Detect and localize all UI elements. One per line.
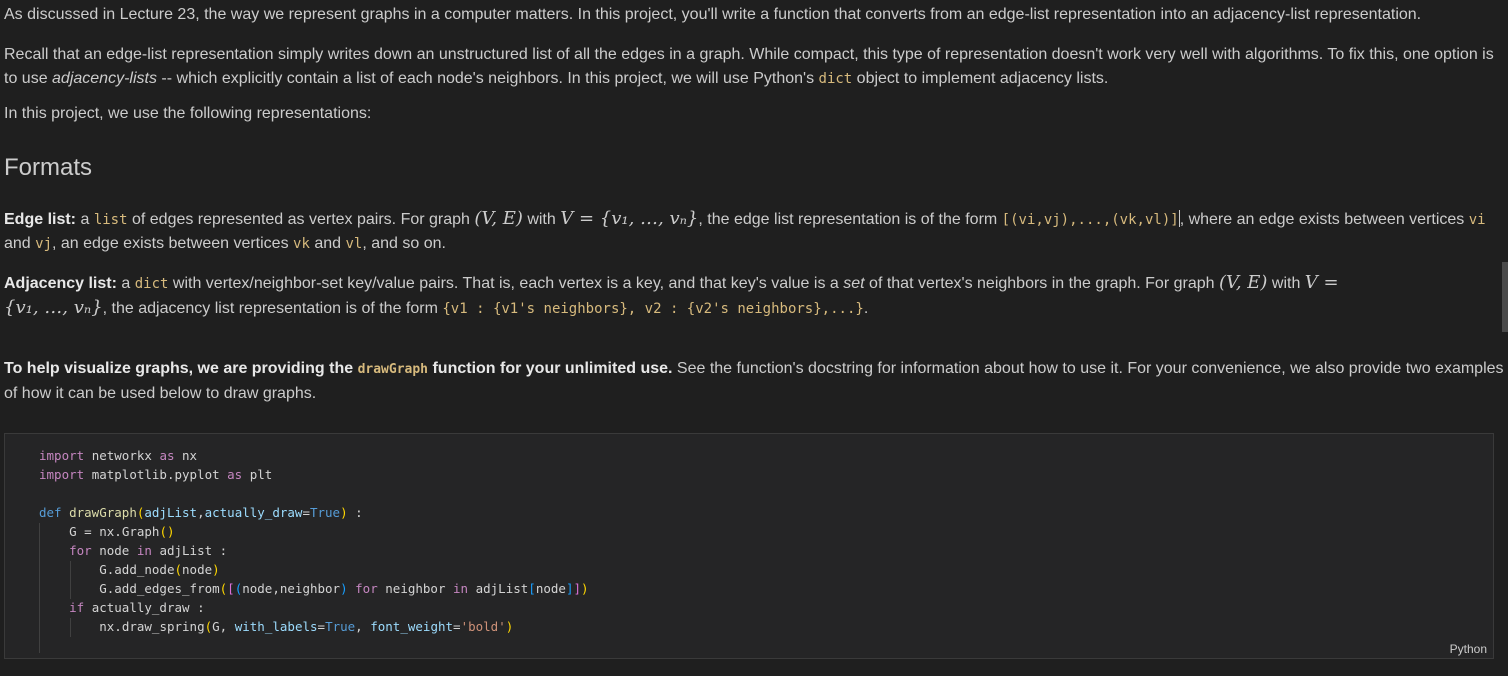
recall-paragraph: Recall that an edge-list representation … (4, 43, 1504, 91)
keyword-in: in (453, 581, 469, 596)
scrollbar-thumb[interactable] (1502, 262, 1508, 332)
keyword-if: if (69, 600, 85, 615)
keyword-in: in (136, 543, 152, 558)
keyword-as: as (227, 467, 243, 482)
kwarg-with-labels: with_labels (234, 619, 318, 634)
adjacency-text: , the adjacency list representation is o… (102, 300, 443, 317)
edge-list-text: a (76, 211, 94, 228)
adjacency-form-code: {v1 : {v1's neighbors}, v2 : {v2's neigh… (442, 301, 864, 317)
keyword-def: def (39, 505, 62, 520)
vl-code: vl (345, 236, 363, 252)
kwarg-font-weight: font_weight (370, 619, 454, 634)
var-node: node (535, 581, 566, 596)
drawgraph-code: drawGraph (357, 362, 429, 377)
code-editor[interactable]: import networkx as nx import matplotlib.… (39, 446, 589, 636)
keyword-as: as (159, 448, 175, 463)
adjacency-text: of that vertex's neighbors in the graph.… (864, 275, 1219, 292)
var-g: G (69, 524, 77, 539)
math-vertex-set: V = {v₁, …, vₙ} (560, 208, 699, 229)
adjacency-text: a (116, 275, 135, 292)
code-cell[interactable]: import networkx as nx import matplotlib.… (4, 433, 1494, 659)
edge-list-text: , the edge list representation is of the… (698, 211, 1002, 228)
var-node: node (182, 562, 213, 577)
visualize-paragraph: To help visualize graphs, we are providi… (4, 357, 1504, 406)
list-code: list (93, 212, 128, 228)
set-emphasis: set (843, 275, 865, 292)
var-adjlist: adjList (159, 543, 213, 558)
param-adjlist: adjList (144, 505, 198, 520)
var-neighbor: neighbor (279, 581, 341, 596)
visualize-bold-b: function for your unlimited use. (428, 360, 673, 377)
module-networkx: networkx (91, 448, 152, 463)
literal-true: True (309, 505, 341, 520)
keyword-for: for (355, 581, 378, 596)
alias-nx: nx (99, 524, 115, 539)
visualize-bold-a: To help visualize graphs, we are providi… (4, 360, 358, 377)
math-vertex-set: {v₁, …, vₙ} (4, 297, 103, 318)
edge-list-paragraph: Edge list: a list of edges represented a… (4, 207, 1504, 256)
literal-true: True (325, 619, 356, 634)
var-g: G (212, 619, 220, 634)
dict-code: dict (134, 276, 169, 292)
vi-code: vi (1468, 212, 1486, 228)
edge-list-text: with (522, 211, 561, 228)
call-add-node: add_node (114, 562, 175, 577)
adjacency-lists-emphasis: adjacency-lists (52, 70, 157, 87)
var-g: G (99, 562, 107, 577)
representations-paragraph: In this project, we use the following re… (4, 105, 372, 122)
var-neighbor: neighbor (385, 581, 446, 596)
alias-nx: nx (182, 448, 198, 463)
adjacency-list-label: Adjacency list: (4, 275, 117, 292)
math-ve: (V, E) (1218, 272, 1268, 293)
call-draw-spring: draw_spring (121, 619, 205, 634)
keyword-import: import (39, 448, 85, 463)
adjacency-text: with vertex/neighbor-set key/value pairs… (168, 275, 844, 292)
recall-text-c: object to implement adjacency lists. (852, 70, 1109, 87)
keyword-for: for (69, 543, 92, 558)
adjacency-list-paragraph: Adjacency list: a dict with vertex/neigh… (4, 271, 1504, 321)
edge-list-text: of edges represented as vertex pairs. Fo… (127, 211, 475, 228)
alias-plt: plt (249, 467, 273, 482)
edge-list-text: , where an edge exists between vertices (1179, 211, 1469, 228)
alias-nx: nx (99, 619, 115, 634)
edge-list-text: , an edge exists between vertices (52, 235, 294, 252)
adjacency-text: . (863, 300, 869, 317)
call-graph: Graph (121, 524, 160, 539)
module-matplotlib: matplotlib.pyplot (91, 467, 220, 482)
math-ve: (V, E) (474, 208, 523, 229)
vk-code: vk (293, 236, 310, 252)
vj-code: vj (35, 236, 52, 252)
intro-paragraph: As discussed in Lecture 23, the way we r… (4, 6, 1422, 23)
language-indicator[interactable]: Python (1450, 642, 1487, 656)
var-node: node (242, 581, 273, 596)
var-adjlist: adjList (475, 581, 529, 596)
function-name: drawGraph (69, 505, 137, 520)
var-node: node (99, 543, 130, 558)
edge-list-text: , and so on. (362, 235, 446, 252)
edge-list-text: and (4, 235, 36, 252)
edge-list-text: and (309, 235, 346, 252)
adjacency-text: with (1267, 275, 1305, 292)
string-bold: 'bold' (460, 619, 506, 634)
param-actually-draw: actually_draw (204, 505, 303, 520)
recall-text-b: -- which explicitly contain a list of ea… (156, 70, 819, 87)
edge-list-form-code: [(vi,vj),...,(vk,vl)] (1001, 212, 1179, 228)
math-v-equals: V = (1304, 272, 1339, 293)
call-add-edges-from: add_edges_from (114, 581, 220, 596)
keyword-import: import (39, 467, 85, 482)
edge-list-label: Edge list: (4, 211, 77, 228)
var-actually-draw: actually_draw (91, 600, 190, 615)
formats-heading: Formats (4, 154, 93, 181)
var-g: G (99, 581, 107, 596)
dict-code: dict (818, 71, 853, 87)
